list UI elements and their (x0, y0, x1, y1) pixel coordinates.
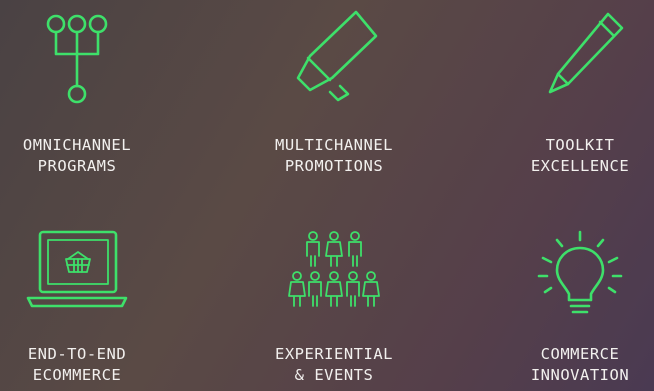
tile-commerce-innovation: COMMERCE INNOVATION (485, 228, 654, 386)
services-grid: OMNICHANNEL PROGRAMS MULTICHANNEL PROMOT… (0, 0, 654, 391)
lightbulb-icon (537, 230, 623, 314)
basket-icon (65, 251, 91, 273)
laptop-basket-icon (26, 230, 128, 308)
tile-label: END-TO-END ECOMMERCE (27, 345, 127, 384)
pencil-icon (548, 12, 624, 94)
tile-omnichannel-programs: OMNICHANNEL PROGRAMS (0, 8, 172, 177)
megaphone-icon (296, 10, 378, 102)
tile-end-to-end-ecommerce: END-TO-END ECOMMERCE (0, 228, 172, 386)
tile-label: MULTICHANNEL PROMOTIONS (275, 136, 393, 175)
tile-label: TOOLKIT EXCELLENCE (530, 136, 630, 175)
tile-multichannel-promotions: MULTICHANNEL PROMOTIONS (239, 8, 429, 177)
tile-experiential-events: EXPERIENTIAL & EVENTS (239, 228, 429, 386)
tile-label: EXPERIENTIAL & EVENTS (275, 345, 393, 384)
tile-label: OMNICHANNEL PROGRAMS (22, 136, 132, 175)
people-group-icon (288, 231, 380, 307)
tile-toolkit-excellence: TOOLKIT EXCELLENCE (485, 8, 654, 177)
tile-label: COMMERCE INNOVATION (530, 345, 630, 384)
network-icon (46, 14, 108, 104)
